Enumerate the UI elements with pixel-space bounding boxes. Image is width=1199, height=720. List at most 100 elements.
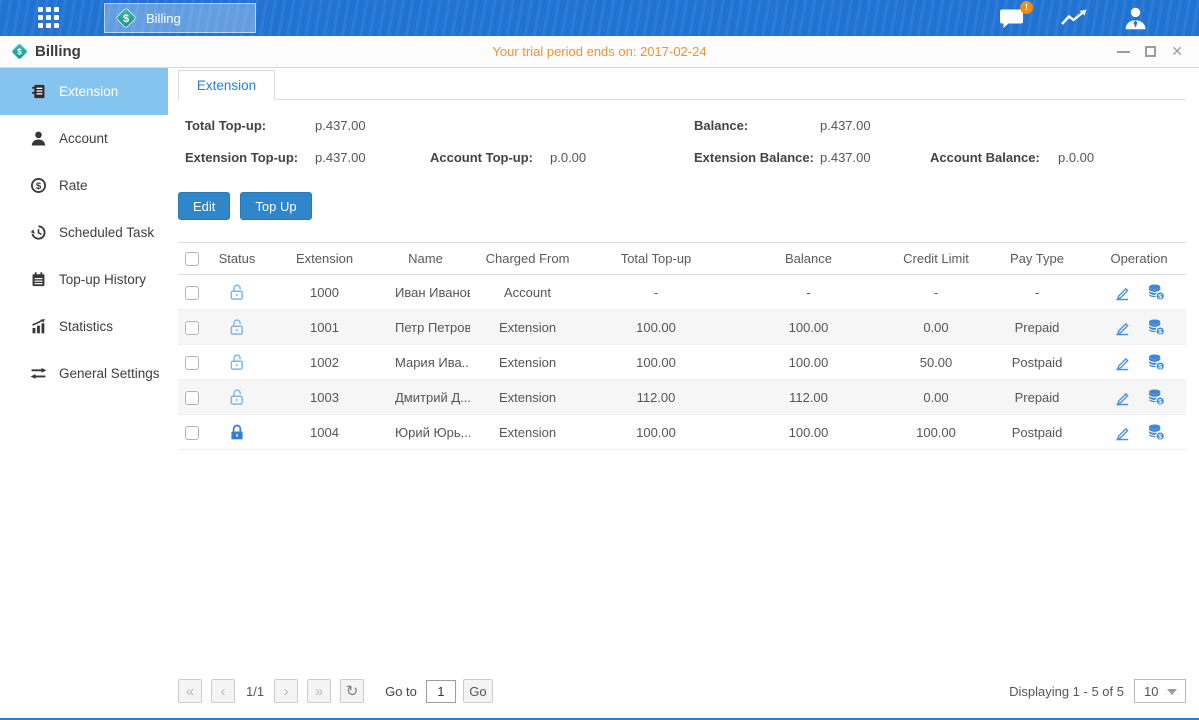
scheduled-task-history-icon [30, 224, 47, 241]
col-name: Name [381, 243, 470, 275]
sidebar-item-label: Account [59, 131, 108, 146]
go-button[interactable]: Go [463, 679, 493, 703]
table-header-row: Status Extension Name Charged From Total… [178, 243, 1186, 275]
sidebar-item-topup-history[interactable]: Top-up History [0, 256, 168, 303]
sidebar-item-extension[interactable]: Extension [0, 68, 168, 115]
edit-button[interactable]: Edit [178, 192, 230, 220]
edit-extension-icon[interactable] [1113, 318, 1131, 336]
edit-extension-icon[interactable] [1113, 388, 1131, 406]
refresh-icon: ↻ [346, 684, 359, 699]
sidebar-item-label: Rate [59, 178, 88, 193]
first-page-button[interactable]: « [178, 679, 202, 703]
svg-text:$: $ [36, 181, 42, 192]
minimize-button[interactable] [1117, 45, 1130, 59]
title-bar: Your trial period ends on: 2017-02-24 $ … [0, 36, 1199, 68]
topup-history-notepad-icon [30, 271, 47, 288]
messages-icon[interactable]: ! [999, 6, 1026, 31]
col-credit-limit: Credit Limit [890, 243, 982, 275]
lock-open-icon[interactable] [228, 318, 246, 336]
close-button[interactable]: ✕ [1171, 45, 1183, 59]
cell-extension: 1002 [268, 345, 381, 380]
goto-label: Go to [385, 684, 417, 699]
account-topup-label: Account Top-up: [430, 150, 533, 165]
page-size-value: 10 [1144, 684, 1158, 699]
row-checkbox[interactable] [185, 321, 199, 335]
tab-extension[interactable]: Extension [178, 70, 275, 100]
table-body: 1000Иван ИвановAccount----$1001Петр Петр… [178, 275, 1186, 450]
edit-extension-icon[interactable] [1113, 283, 1131, 301]
topup-extension-icon[interactable]: $ [1147, 283, 1165, 301]
cell-charged-from: Extension [470, 415, 585, 450]
app-grid-icon[interactable] [38, 7, 60, 29]
row-checkbox[interactable] [185, 426, 199, 440]
cell-charged-from: Account [470, 275, 585, 310]
close-icon: ✕ [1171, 43, 1183, 60]
extension-topup-label: Extension Top-up: [185, 150, 298, 165]
col-extension: Extension [268, 243, 381, 275]
sidebar-item-statistics[interactable]: Statistics [0, 303, 168, 350]
prev-page-button[interactable]: ‹ [211, 679, 235, 703]
maximize-button[interactable] [1145, 45, 1156, 59]
topup-extension-icon[interactable]: $ [1147, 318, 1165, 336]
goto-page-input[interactable] [426, 680, 456, 703]
sidebar-item-scheduled-task[interactable]: Scheduled Task [0, 209, 168, 256]
edit-extension-icon[interactable] [1113, 423, 1131, 441]
balance-label: Balance: [694, 118, 748, 133]
select-all-checkbox[interactable] [185, 252, 199, 266]
col-pay-type: Pay Type [982, 243, 1092, 275]
cell-extension: 1003 [268, 380, 381, 415]
last-page-button[interactable]: » [307, 679, 331, 703]
col-status: Status [206, 243, 268, 275]
cell-balance: - [727, 275, 890, 310]
edit-extension-icon[interactable] [1113, 353, 1131, 371]
row-checkbox[interactable] [185, 391, 199, 405]
refresh-button[interactable]: ↻ [340, 679, 364, 703]
sidebar-item-label: General Settings [59, 366, 160, 381]
table-row: 1004Юрий Юрь...Extension100.00100.00100.… [178, 415, 1186, 450]
lock-open-icon[interactable] [228, 388, 246, 406]
lock-open-icon[interactable] [228, 353, 246, 371]
cell-pay-type: Prepaid [982, 310, 1092, 345]
lock-closed-icon[interactable] [228, 423, 246, 441]
lock-open-icon[interactable] [228, 283, 246, 301]
account-balance-label: Account Balance: [930, 150, 1040, 165]
next-page-button[interactable]: › [274, 679, 298, 703]
row-checkbox[interactable] [185, 356, 199, 370]
svg-text:$: $ [1158, 364, 1162, 371]
trial-notice: Your trial period ends on: 2017-02-24 [0, 44, 1199, 59]
window-title-group: $ Billing [10, 42, 81, 61]
cell-balance: 112.00 [727, 380, 890, 415]
topup-extension-icon[interactable]: $ [1147, 423, 1165, 441]
extension-journal-icon [30, 83, 47, 100]
cell-total-topup: 112.00 [585, 380, 727, 415]
sidebar-item-account[interactable]: Account [0, 115, 168, 162]
sidebar-item-general-settings[interactable]: General Settings [0, 350, 168, 397]
svg-text:$: $ [1158, 434, 1162, 441]
first-page-icon: « [186, 684, 194, 699]
displaying-text: Displaying 1 - 5 of 5 [1009, 684, 1124, 699]
cell-charged-from: Extension [470, 380, 585, 415]
reports-chart-icon[interactable] [1058, 6, 1090, 30]
cell-total-topup: - [585, 275, 727, 310]
topup-extension-icon[interactable]: $ [1147, 388, 1165, 406]
cell-name: Петр Петров [381, 310, 470, 345]
cell-extension: 1001 [268, 310, 381, 345]
col-operation: Operation [1092, 243, 1186, 275]
cell-balance: 100.00 [727, 415, 890, 450]
page-size-select[interactable]: 10 [1134, 679, 1186, 703]
topbar-billing-tab[interactable]: $ Billing [104, 3, 256, 33]
top-up-button[interactable]: Top Up [240, 192, 311, 220]
table-row: 1003Дмитрий Д...Extension112.00112.000.0… [178, 380, 1186, 415]
sidebar-item-label: Scheduled Task [59, 225, 154, 240]
app-grid-glyph [38, 7, 60, 29]
cell-balance: 100.00 [727, 310, 890, 345]
topup-extension-icon[interactable]: $ [1147, 353, 1165, 371]
user-icon[interactable] [1122, 5, 1149, 32]
extensions-table: Status Extension Name Charged From Total… [178, 242, 1186, 450]
cell-total-topup: 100.00 [585, 310, 727, 345]
row-checkbox[interactable] [185, 286, 199, 300]
cell-pay-type: - [982, 275, 1092, 310]
sidebar-item-rate[interactable]: $ Rate [0, 162, 168, 209]
statistics-chart-icon [30, 318, 47, 335]
account-person-icon [30, 130, 47, 147]
